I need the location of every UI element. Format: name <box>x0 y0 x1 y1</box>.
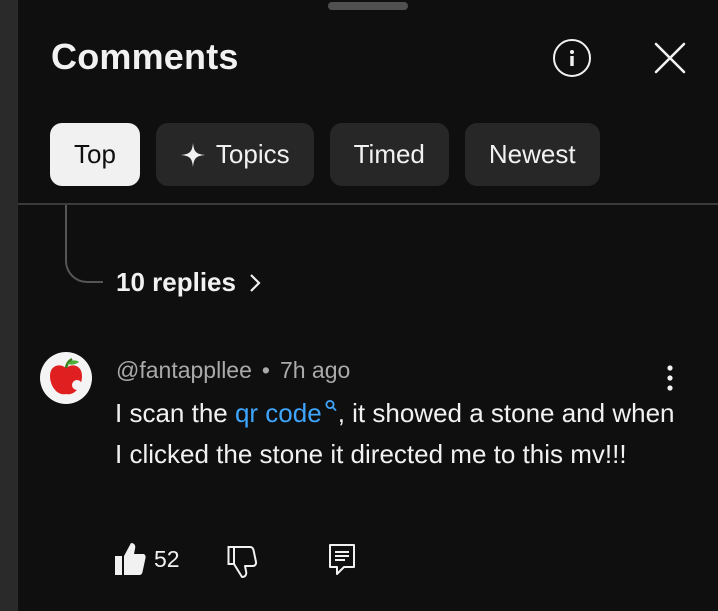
header-divider <box>18 203 718 205</box>
info-button[interactable] <box>553 39 591 77</box>
comment-meta: @fantappllee • 7h ago <box>116 357 350 384</box>
chip-top[interactable]: Top <box>50 123 140 186</box>
left-edge-strip <box>0 0 18 611</box>
search-icon <box>325 400 337 412</box>
dislike-icon[interactable] <box>226 543 258 579</box>
like-icon[interactable] <box>114 541 146 577</box>
comment-time[interactable]: 7h ago <box>280 357 350 383</box>
avatar[interactable] <box>40 352 92 404</box>
filter-chips: Top Topics Timed Newest <box>50 123 600 186</box>
search-link[interactable]: qr code <box>235 398 338 428</box>
chip-topics[interactable]: Topics <box>155 123 314 186</box>
search-link-text: qr code <box>234 398 322 428</box>
chip-newest[interactable]: Newest <box>464 123 600 186</box>
comment-text-before: I scan the <box>115 398 235 428</box>
chip-newest-label: Newest <box>488 139 576 169</box>
drag-handle[interactable] <box>328 2 408 10</box>
thread-connector-line <box>65 205 103 283</box>
chip-timed-label: Timed <box>353 139 425 169</box>
info-icon <box>570 50 574 66</box>
meta-separator: • <box>261 357 270 383</box>
chip-topics-label: Topics <box>215 139 290 169</box>
more-options-icon[interactable] <box>659 362 681 394</box>
reply-comment-icon[interactable] <box>328 543 356 577</box>
replies-label: 10 replies <box>116 267 236 297</box>
view-replies-button[interactable]: 10 replies <box>116 267 264 298</box>
panel-title: Comments <box>51 36 239 77</box>
like-count: 52 <box>154 546 180 572</box>
chip-timed[interactable]: Timed <box>329 123 449 186</box>
chevron-right-icon <box>250 273 261 292</box>
close-icon[interactable] <box>653 41 687 75</box>
sparkle-icon <box>180 142 205 167</box>
comment-author[interactable]: @fantappllee <box>116 357 252 383</box>
chip-top-label: Top <box>74 139 116 169</box>
comment-body: I scan the qr code, it showed a stone an… <box>115 393 675 475</box>
